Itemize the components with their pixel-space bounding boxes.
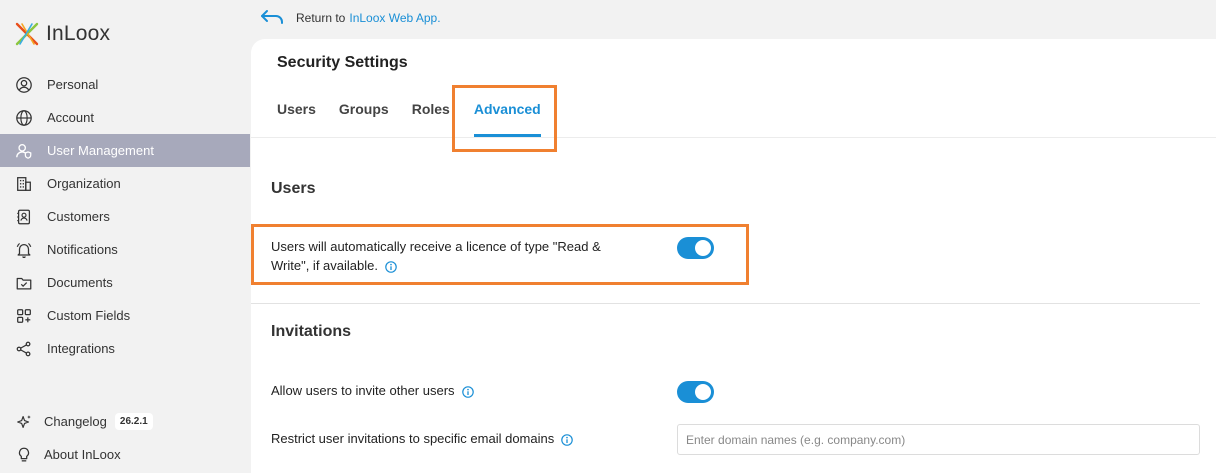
- user-circle-icon: [14, 75, 34, 95]
- return-link[interactable]: InLoox Web App.: [349, 11, 440, 25]
- sidebar-item-label: Integrations: [47, 341, 115, 356]
- sidebar-item-customers[interactable]: Customers: [0, 200, 250, 233]
- sidebar-item-label: Personal: [47, 77, 99, 92]
- return-arrow-icon[interactable]: [258, 8, 296, 29]
- sidebar-item-account[interactable]: Account: [0, 101, 250, 134]
- sidebar-nav: Personal Account User Management Organiz…: [0, 68, 250, 365]
- toggle-knob: [695, 384, 711, 400]
- bell-icon: [14, 240, 34, 260]
- section-divider: [251, 303, 1200, 304]
- sidebar-item-about[interactable]: About InLoox: [0, 438, 250, 471]
- sidebar-item-label: Account: [47, 110, 94, 125]
- allow-invite-toggle[interactable]: [677, 381, 714, 403]
- user-shield-icon: [14, 141, 34, 161]
- lightbulb-icon: [14, 445, 34, 465]
- sidebar-item-personal[interactable]: Personal: [0, 68, 250, 101]
- highlight-box-auto-licence: [251, 224, 749, 285]
- info-icon[interactable]: [461, 385, 474, 398]
- folder-check-icon: [14, 273, 34, 293]
- sidebar-item-label: Organization: [47, 176, 121, 191]
- allow-invite-text: Allow users to invite other users: [271, 383, 455, 398]
- sidebar-item-label: Changelog: [44, 414, 107, 429]
- building-icon: [14, 174, 34, 194]
- logo-text: InLoox: [46, 22, 111, 45]
- tab-roles[interactable]: Roles: [412, 101, 450, 137]
- restrict-domains-label: Restrict user invitations to specific em…: [271, 429, 574, 448]
- contact-book-icon: [14, 207, 34, 227]
- inloox-logo-icon: [15, 22, 39, 46]
- domain-names-input[interactable]: [677, 424, 1200, 455]
- globe-icon: [14, 108, 34, 128]
- sidebar-item-changelog[interactable]: Changelog 26.2.1: [0, 405, 250, 438]
- allow-invite-label: Allow users to invite other users: [271, 381, 474, 400]
- sidebar-item-integrations[interactable]: Integrations: [0, 332, 250, 365]
- sparkle-icon: [14, 412, 34, 432]
- grid-plus-icon: [14, 306, 34, 326]
- sidebar-item-organization[interactable]: Organization: [0, 167, 250, 200]
- sidebar-item-label: Customers: [47, 209, 110, 224]
- tab-users[interactable]: Users: [277, 101, 316, 137]
- inloox-logo[interactable]: InLoox: [14, 20, 110, 48]
- sidebar-item-label: Notifications: [47, 242, 118, 257]
- page-title: Security Settings: [277, 54, 408, 71]
- return-bar: Return to InLoox Web App.: [258, 6, 441, 30]
- users-section-title: Users: [271, 180, 316, 197]
- main-panel: Security Settings Users Groups Roles Adv…: [251, 39, 1216, 473]
- version-badge: 26.2.1: [114, 413, 153, 430]
- sidebar-item-label: User Management: [47, 143, 154, 158]
- sidebar-item-documents[interactable]: Documents: [0, 266, 250, 299]
- info-icon[interactable]: [561, 433, 574, 446]
- sidebar-bottom-nav: Changelog 26.2.1 About InLoox: [0, 405, 250, 471]
- sidebar: InLoox Personal Account User Management …: [0, 0, 250, 473]
- invitations-section-title: Invitations: [271, 323, 352, 340]
- tab-groups[interactable]: Groups: [339, 101, 389, 137]
- share-nodes-icon: [14, 339, 34, 359]
- return-text: Return to: [296, 11, 346, 25]
- sidebar-item-custom-fields[interactable]: Custom Fields: [0, 299, 250, 332]
- sidebar-item-user-management[interactable]: User Management: [0, 134, 250, 167]
- sidebar-item-notifications[interactable]: Notifications: [0, 233, 250, 266]
- sidebar-item-label: About InLoox: [44, 447, 121, 462]
- sidebar-item-label: Custom Fields: [47, 308, 131, 323]
- highlight-box-advanced-tab: [452, 85, 557, 152]
- sidebar-item-label: Documents: [47, 275, 113, 290]
- restrict-domains-text: Restrict user invitations to specific em…: [271, 431, 555, 446]
- tabs-divider: [251, 137, 1216, 138]
